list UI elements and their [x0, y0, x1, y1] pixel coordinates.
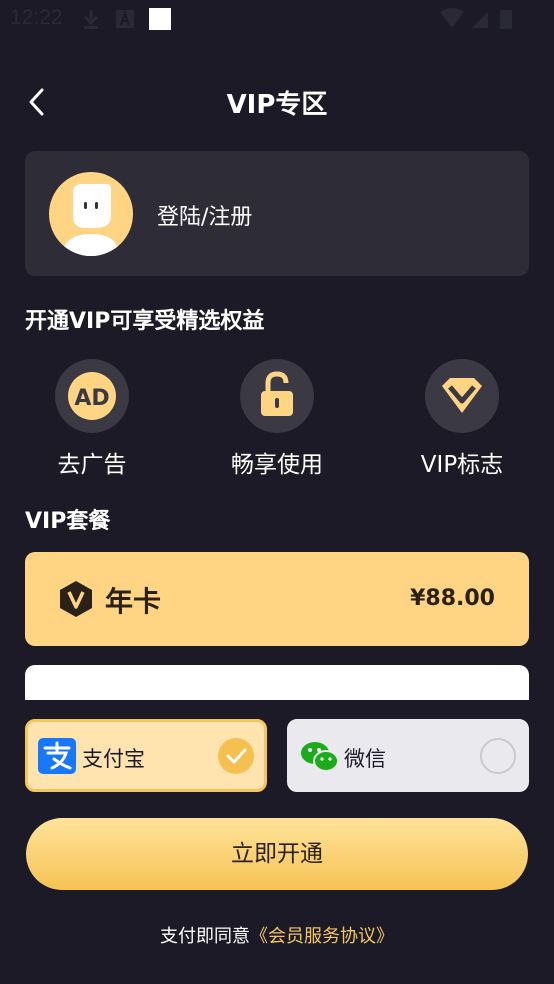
pay-label: 支付宝	[82, 747, 145, 771]
download-icon	[80, 8, 102, 34]
login-register-link[interactable]: 登陆/注册	[157, 199, 252, 231]
plan-price: ¥88.00	[410, 586, 495, 611]
benefit-no-ads[interactable]: AD 去广告	[12, 359, 172, 479]
agreement-text: 支付即同意《会员服务协议》	[0, 922, 554, 948]
membership-agreement-link[interactable]: 《会员服务协议》	[250, 926, 394, 947]
checkmark-icon	[218, 738, 254, 774]
benefit-vip-badge[interactable]: VIP标志	[382, 359, 542, 479]
profile-card[interactable]: 登陆/注册	[25, 151, 529, 276]
benefit-label: 畅享使用	[231, 452, 323, 478]
status-bar: 12:22	[0, 0, 554, 40]
svg-text:AD: AD	[74, 386, 109, 411]
benefit-label: VIP标志	[420, 452, 504, 478]
pay-option-alipay[interactable]: 支付宝	[25, 719, 267, 792]
payment-panel: 支付宝 微信 立即开通 支付即同意《会员服务协议》	[0, 700, 554, 984]
plan-card-annual[interactable]: 年卡 ¥88.00	[25, 552, 529, 646]
plans-title: VIP套餐	[25, 509, 111, 534]
status-right-icons	[438, 8, 518, 34]
benefit-label: 去广告	[57, 452, 127, 478]
unlock-icon	[240, 359, 314, 433]
pay-option-wechat[interactable]: 微信	[287, 719, 529, 792]
default-avatar-icon	[63, 184, 119, 256]
a-notification-icon	[114, 8, 136, 34]
benefits-title: 开通VIP可享受精选权益	[25, 309, 265, 334]
avatar[interactable]	[49, 172, 133, 256]
vip-badge-icon	[425, 359, 499, 433]
wechat-icon	[300, 740, 340, 778]
unchecked-circle-icon	[480, 738, 516, 774]
ad-block-icon: AD	[55, 359, 129, 433]
status-time: 12:22	[10, 6, 63, 29]
pay-label: 微信	[344, 747, 386, 771]
vip-v-icon	[59, 580, 93, 622]
page-title: VIP专区	[226, 90, 328, 120]
agreement-prefix: 支付即同意	[160, 926, 250, 947]
plan-name: 年卡	[105, 585, 162, 618]
signal-battery-icon	[440, 8, 512, 29]
benefit-enjoy-use[interactable]: 畅享使用	[197, 359, 357, 479]
open-vip-button[interactable]: 立即开通	[26, 818, 528, 890]
alipay-icon	[38, 738, 76, 778]
square-notification-icon	[148, 8, 172, 36]
